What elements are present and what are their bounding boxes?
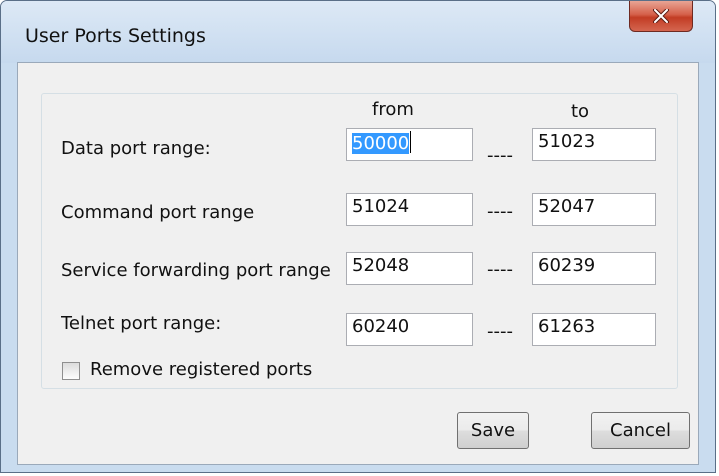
text-caret — [410, 131, 412, 153]
service-forwarding-to-input[interactable]: 60239 — [532, 252, 656, 285]
service-forwarding-from-input[interactable]: 52048 — [346, 252, 473, 285]
to-column-header: to — [571, 101, 590, 122]
from-column-header: from — [372, 99, 414, 120]
data-port-to-input[interactable]: 51023 — [532, 128, 656, 161]
data-port-from-value: 50000 — [352, 133, 410, 154]
range-separator: ---- — [487, 259, 513, 280]
close-button[interactable] — [629, 1, 693, 32]
save-button[interactable]: Save — [457, 412, 529, 449]
command-port-range-label: Command port range — [61, 202, 255, 223]
telnet-port-range-label: Telnet port range: — [61, 313, 222, 334]
remove-registered-ports-label[interactable]: Remove registered ports — [90, 359, 312, 380]
range-separator: ---- — [487, 145, 513, 166]
window-title: User Ports Settings — [25, 25, 206, 47]
title-bar[interactable]: User Ports Settings — [1, 1, 715, 63]
telnet-port-to-input[interactable]: 61263 — [532, 313, 656, 346]
data-port-from-input[interactable]: 50000 — [346, 128, 473, 161]
range-separator: ---- — [487, 201, 513, 222]
close-icon — [653, 9, 669, 23]
range-separator: ---- — [487, 321, 513, 342]
remove-registered-ports-checkbox[interactable] — [62, 362, 80, 380]
service-forwarding-port-range-label: Service forwarding port range — [61, 260, 331, 281]
command-port-from-input[interactable]: 51024 — [346, 193, 473, 226]
command-port-to-input[interactable]: 52047 — [532, 193, 656, 226]
data-port-range-label: Data port range: — [61, 138, 211, 159]
telnet-port-from-input[interactable]: 60240 — [346, 313, 473, 346]
cancel-button[interactable]: Cancel — [591, 412, 690, 449]
